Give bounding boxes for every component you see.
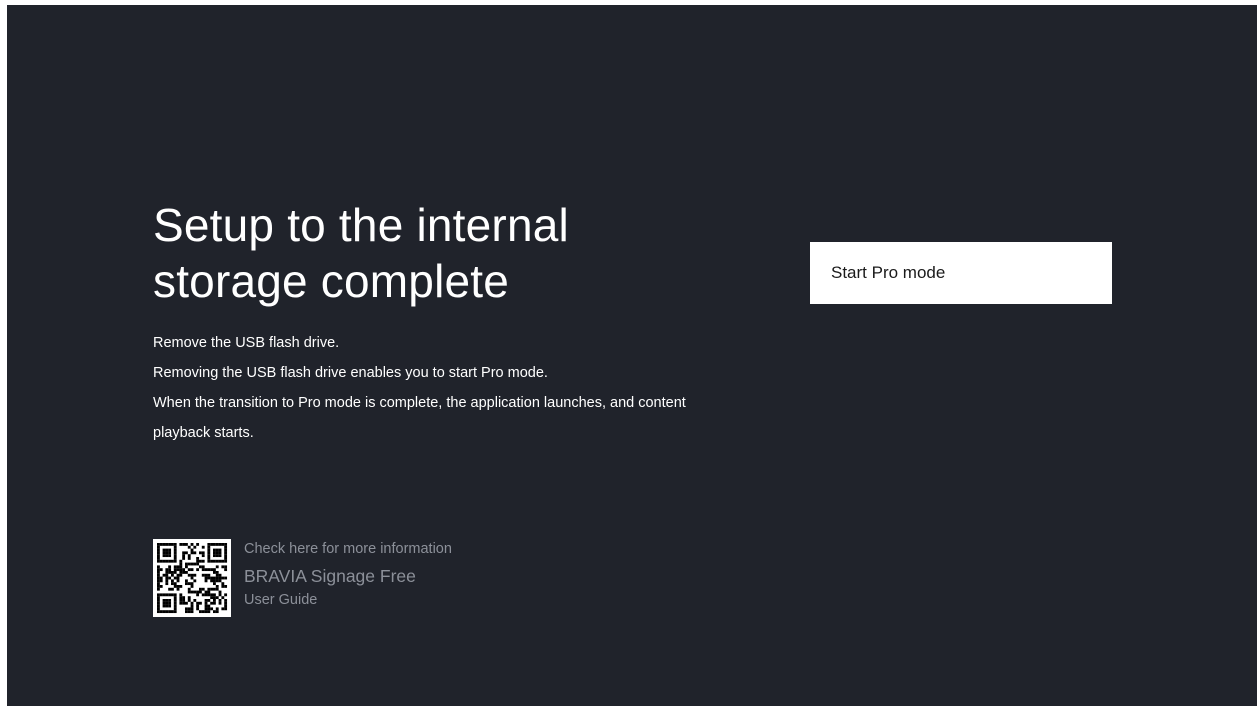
description-line-2: Removing the USB flash drive enables you… (153, 365, 548, 381)
info-section: Check here for more information BRAVIA S… (153, 539, 553, 617)
start-pro-mode-button[interactable]: Start Pro mode (810, 242, 1112, 304)
description-line-4: playback starts. (153, 425, 254, 441)
title-line-1: Setup to the internal (153, 199, 569, 251)
description-line-1: Remove the USB flash drive. (153, 335, 340, 351)
setup-screen: Setup to the internal storage complete Re… (7, 5, 1257, 706)
info-user-guide: User Guide (244, 592, 318, 608)
title-line-2: storage complete (153, 255, 510, 307)
page-title: Setup to the internal storage complete (153, 197, 713, 309)
info-check-here: Check here for more information (244, 541, 452, 557)
description: Remove the USB flash drive. Removing the… (153, 328, 753, 448)
description-line-3: When the transition to Pro mode is compl… (153, 395, 686, 411)
info-product-name: BRAVIA Signage Free (244, 566, 416, 586)
qr-code-icon (153, 539, 231, 617)
